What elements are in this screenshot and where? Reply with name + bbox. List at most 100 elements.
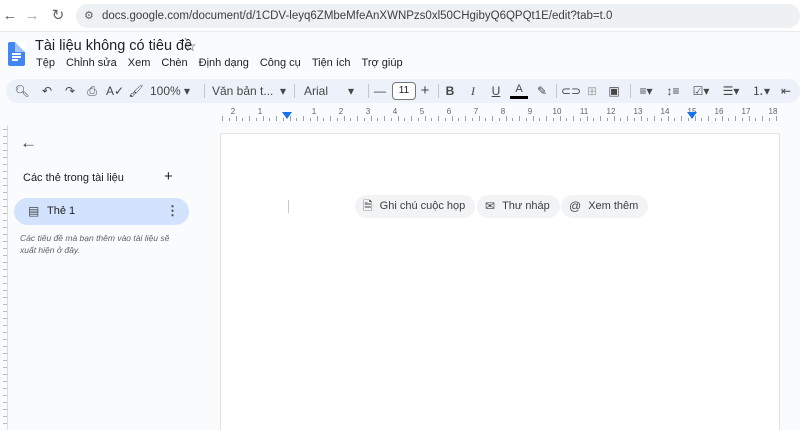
- ruler-tick: [3, 220, 7, 221]
- star-icon[interactable]: ☆: [184, 38, 197, 55]
- ruler-tick: [276, 116, 277, 121]
- italic-button[interactable]: I: [466, 79, 480, 103]
- menu-file[interactable]: Tệp: [36, 57, 55, 69]
- ruler-tick: [3, 213, 7, 214]
- menu-view[interactable]: Xem: [128, 57, 151, 69]
- ruler-tick: [262, 116, 264, 121]
- forward-icon[interactable]: →: [22, 6, 42, 26]
- ruler-tick: [3, 374, 7, 375]
- paint-format-icon[interactable]: 🖌︎: [128, 79, 144, 103]
- decrease-font-size-button[interactable]: —: [373, 79, 387, 103]
- right-indent-marker[interactable]: [687, 112, 697, 119]
- url-text: docs.google.com/document/d/1CDV-leyq6ZMb…: [102, 10, 613, 22]
- ruler-tick: [728, 118, 730, 121]
- ruler-tick: [3, 269, 7, 270]
- address-bar[interactable]: ⚙ docs.google.com/document/d/1CDV-leyq6ZM…: [76, 4, 800, 28]
- ruler-number: 6: [446, 107, 452, 116]
- ruler-tick: [519, 116, 520, 121]
- ruler-number: 18: [768, 107, 778, 116]
- tab-item[interactable]: ▤ Thẻ 1 ⋮: [14, 198, 189, 225]
- comment-icon[interactable]: ⊞: [584, 79, 600, 103]
- ruler-tick: [505, 116, 507, 121]
- numbered-list-icon[interactable]: ⒈▾: [748, 79, 774, 103]
- add-tab-icon[interactable]: +: [164, 168, 173, 185]
- checklist-icon[interactable]: ☑▾: [688, 79, 714, 103]
- style-select[interactable]: Văn bản t... ▾: [212, 79, 288, 103]
- ruler-tick: [3, 304, 7, 305]
- menu-insert[interactable]: Chèn: [161, 57, 187, 69]
- menu-edit[interactable]: Chỉnh sửa: [66, 57, 117, 69]
- document-tab-icon: ▤: [28, 204, 40, 218]
- align-icon[interactable]: ≡▾: [634, 79, 658, 103]
- ruler-number: 17: [741, 107, 751, 116]
- spellcheck-icon[interactable]: A✓: [106, 79, 124, 103]
- left-indent-marker[interactable]: [282, 112, 292, 119]
- line-spacing-icon[interactable]: ↕≡: [664, 79, 682, 103]
- ruler-tick: [255, 118, 257, 121]
- docs-logo-icon[interactable]: [8, 42, 25, 66]
- document-title[interactable]: Tài liệu không có tiêu đề: [35, 38, 192, 54]
- image-icon[interactable]: ▣: [606, 79, 622, 103]
- increase-font-size-button[interactable]: +: [418, 79, 432, 103]
- search-icon[interactable]: 🔍︎: [14, 79, 30, 103]
- ruler-tick: [3, 178, 7, 179]
- vertical-ruler[interactable]: [0, 125, 8, 430]
- ruler-number: 4: [392, 107, 398, 116]
- undo-icon[interactable]: ↶: [39, 79, 55, 103]
- reload-icon[interactable]: ↻: [48, 6, 68, 26]
- ruler-tick: [3, 206, 7, 207]
- back-arrow-icon[interactable]: ←: [20, 133, 37, 153]
- ruler-tick: [681, 116, 682, 121]
- ruler-tick: [701, 118, 703, 121]
- meeting-notes-chip[interactable]: 🗎 Ghi chú cuộc họp: [355, 195, 476, 218]
- back-icon[interactable]: ←: [0, 6, 20, 26]
- zoom-select[interactable]: 100% ▾: [150, 79, 200, 103]
- ruler-tick: [3, 192, 7, 193]
- ruler-tick: [3, 227, 7, 228]
- font-size-input[interactable]: 11: [392, 82, 416, 100]
- indent-icon[interactable]: ⇤: [778, 79, 794, 103]
- menu-tools[interactable]: Công cụ: [260, 57, 301, 69]
- ruler-tick: [3, 395, 7, 396]
- ruler-tick: [660, 118, 662, 121]
- ruler-tick: [228, 118, 230, 121]
- horizontal-ruler[interactable]: 2 1 1 2 3 4 5 6 7 8 9 10 11 12 13 14 15 16 17 18: [220, 107, 780, 121]
- link-icon[interactable]: ⊂⊃: [561, 79, 581, 103]
- more-chip[interactable]: @ Xem thêm: [561, 195, 649, 218]
- bold-button[interactable]: B: [443, 79, 457, 103]
- menu-extensions[interactable]: Tiện ích: [312, 57, 351, 69]
- ruler-tick: [768, 118, 770, 121]
- site-settings-icon[interactable]: ⚙: [84, 4, 94, 28]
- print-icon[interactable]: ⎙: [84, 79, 100, 103]
- font-select[interactable]: Arial ▾: [304, 79, 364, 103]
- document-page[interactable]: [220, 133, 780, 430]
- ruler-tick: [3, 248, 7, 249]
- ruler-tick: [390, 118, 392, 121]
- ruler-tick: [3, 423, 7, 424]
- ruler-tick: [3, 164, 7, 165]
- ruler-number: 14: [660, 107, 670, 116]
- text-color-button[interactable]: A: [510, 79, 528, 99]
- ruler-tick: [748, 116, 750, 121]
- bulleted-list-icon[interactable]: ☰▾: [718, 79, 744, 103]
- menu-format[interactable]: Định dạng: [199, 57, 249, 69]
- menu-help[interactable]: Trợ giúp: [362, 57, 403, 69]
- redo-icon[interactable]: ↷: [62, 79, 78, 103]
- at-icon: @: [569, 199, 582, 213]
- ruler-tick: [559, 116, 561, 121]
- ruler-tick: [3, 339, 7, 340]
- ruler-tick: [762, 116, 763, 121]
- ruler-tick: [296, 118, 298, 121]
- ruler-tick: [600, 116, 601, 121]
- ruler-tick: [357, 116, 358, 121]
- ruler-number: 1: [311, 107, 317, 116]
- tabs-heading: Các thẻ trong tài liệu: [23, 172, 124, 184]
- underline-button[interactable]: U: [489, 79, 503, 103]
- ruler-tick: [377, 118, 379, 121]
- email-draft-chip[interactable]: ✉ Thư nháp: [477, 195, 560, 218]
- more-options-icon[interactable]: ⋮: [166, 203, 179, 219]
- ruler-tick: [714, 118, 716, 121]
- ruler-tick: [438, 116, 439, 121]
- highlight-icon[interactable]: ✎: [534, 79, 550, 103]
- ruler-tick: [235, 116, 237, 121]
